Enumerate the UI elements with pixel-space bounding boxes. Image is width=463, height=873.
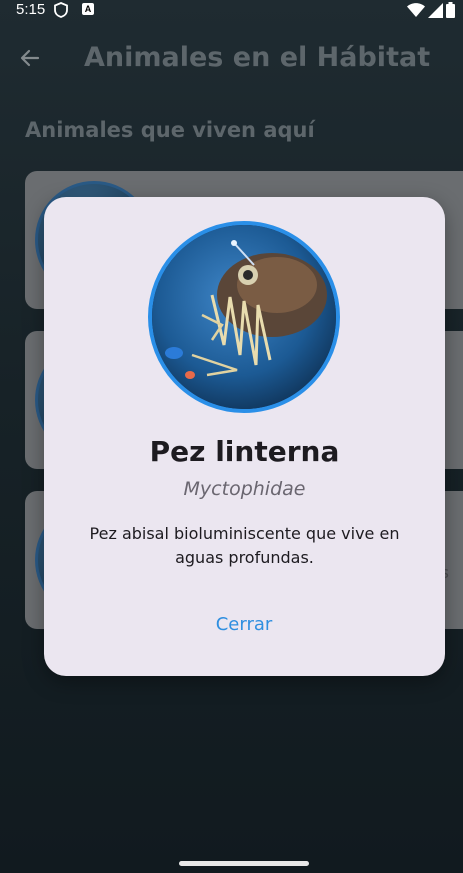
home-indicator[interactable]: [179, 861, 309, 866]
animal-photo: [148, 221, 340, 413]
animal-scientific-name: Myctophidae: [183, 478, 306, 500]
anglerfish-image: [152, 225, 336, 409]
close-button[interactable]: Cerrar: [184, 605, 304, 645]
animal-description: Pez abisal bioluminiscente que vive en a…: [89, 524, 400, 567]
animal-detail-dialog: Pez linterna Myctophidae Pez abisal biol…: [44, 197, 445, 676]
animal-name: Pez linterna: [149, 435, 340, 468]
